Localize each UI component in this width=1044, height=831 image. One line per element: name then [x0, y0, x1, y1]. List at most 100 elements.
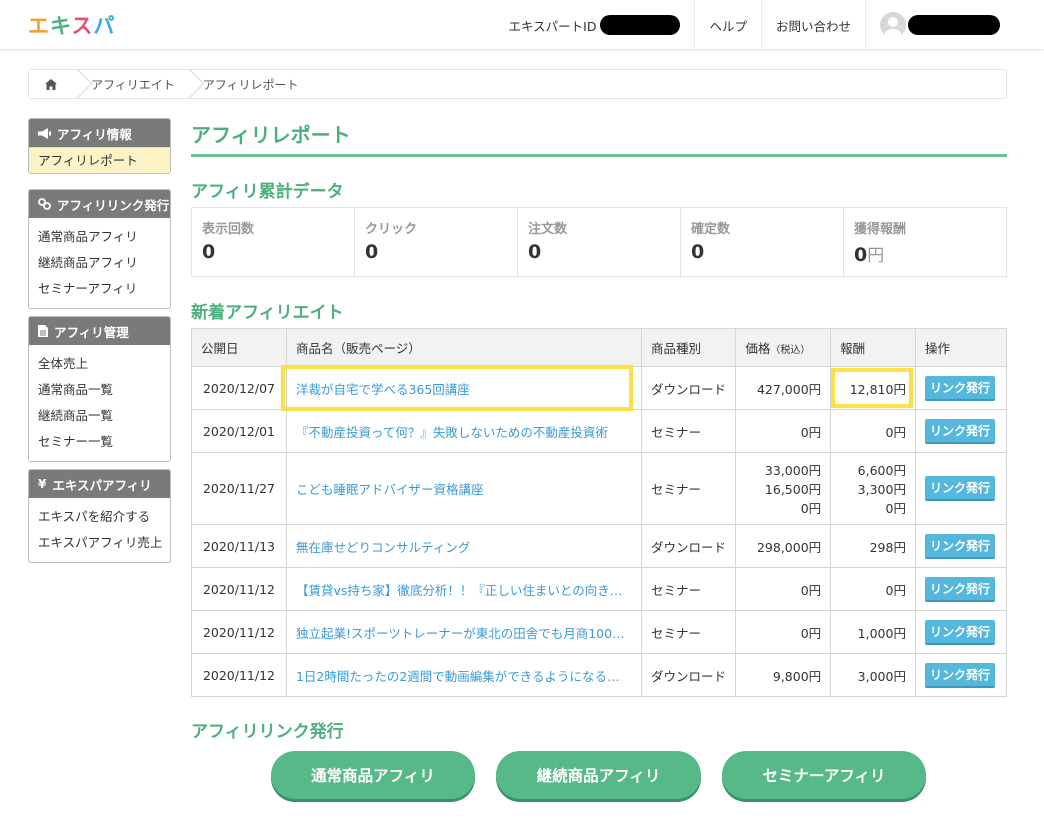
row-date: 2020/11/27 — [191, 452, 287, 525]
row-reward: 0円 — [830, 409, 916, 453]
link-icon — [38, 198, 51, 210]
row-name-cell: 【賃貸vs持ち家】徹底分析！！『正しい住まいとの向き合… — [285, 567, 642, 611]
issue-link-button[interactable]: リンク発行 — [924, 662, 995, 688]
table-row: 2020/11/13 無在庫せどりコンサルティング ダウンロード 298,000円 29… — [191, 524, 1008, 568]
row-date: 2020/11/12 — [191, 567, 287, 611]
sidebar-item-seminar-affiliate[interactable]: セミナーアフィリ — [29, 276, 170, 302]
row-price: 0円 — [735, 567, 832, 611]
sidebar-expa-affiliate: ¥ エキスパアフィリ エキスパを紹介する エキスパアフィリ売上 — [28, 469, 171, 563]
row-price: 0円 — [735, 409, 832, 453]
continuous-affiliate-button[interactable]: 継続商品アフィリ — [496, 751, 701, 799]
redacted-username — [908, 15, 1000, 35]
sidebar-heading: アフィリ管理 — [29, 317, 170, 345]
stat-value: 0 — [365, 241, 379, 263]
normal-affiliate-button[interactable]: 通常商品アフィリ — [271, 751, 475, 799]
expert-id: エキスパートID — [495, 0, 695, 50]
breadcrumb-affiliate[interactable]: アフィリエイト — [85, 76, 185, 93]
stat-value: 0 — [528, 241, 542, 263]
row-type: ダウンロード — [640, 653, 737, 697]
issue-link-button[interactable]: リンク発行 — [924, 533, 995, 559]
avatar-icon — [880, 12, 906, 38]
table-row: 2020/12/07 洋裁が自宅で学べる365回講座 ダウンロード 427,000円 1… — [191, 366, 1008, 410]
breadcrumb: アフィリエイト アフィリレポート — [28, 69, 1007, 99]
row-price-value: 0円 — [800, 424, 822, 440]
sidebar-item-continuous-products[interactable]: 継続商品一覧 — [29, 403, 170, 429]
stat-orders: 注文数 0 — [517, 208, 680, 276]
row-action: リンク発行 — [914, 653, 1008, 697]
sidebar-item-total-sales[interactable]: 全体売上 — [29, 351, 170, 377]
issue-link-button[interactable]: リンク発行 — [924, 619, 995, 645]
product-link[interactable]: 洋裁が自宅で学べる365回講座 — [296, 379, 632, 398]
header-nav: エキスパートID ヘルプ お問い合わせ — [495, 0, 1008, 50]
stat-label: 確定数 — [691, 222, 731, 237]
row-price-value: 427,000円 — [756, 381, 822, 397]
issue-link-button[interactable]: リンク発行 — [924, 476, 995, 501]
contact-link[interactable]: お問い合わせ — [760, 0, 865, 50]
row-type: ダウンロード — [640, 524, 737, 568]
document-icon — [38, 325, 48, 337]
row-reward: 0円 — [830, 567, 916, 611]
row-type: ダウンロード — [640, 366, 737, 410]
stats-panel: 表示回数 0 クリック 0 注文数 0 確定数 0 獲得報酬 0円 — [191, 207, 1007, 277]
col-header-name: 商品名（販売ページ） — [285, 328, 642, 367]
stats-title: アフィリ累計データ — [191, 182, 344, 202]
product-link[interactable]: 『不動産投資って何？』失敗しないための不動産投資術 — [296, 422, 632, 441]
affiliate-table: 公開日 商品名（販売ページ） 商品種別 価格（税込） 報酬 操作 2020/12… — [191, 328, 1008, 697]
product-link[interactable]: 独立起業!スポーツトレーナーが東北の田舎でも月商100万… — [296, 623, 632, 642]
row-price-value: 16,500円 — [764, 482, 822, 497]
sidebar-item-normal-affiliate[interactable]: 通常商品アフィリ — [29, 224, 170, 250]
row-action: リンク発行 — [914, 409, 1008, 453]
sidebar-heading: アフィリ情報 — [29, 119, 170, 147]
sidebar-heading-label: エキスパアフィリ — [52, 477, 152, 493]
product-link[interactable]: 無在庫せどりコンサルティング — [296, 537, 632, 556]
sidebar-item-seminars[interactable]: セミナー一覧 — [29, 429, 170, 455]
row-name-cell: こども睡眠アドバイザー資格講座 — [285, 452, 642, 525]
product-link[interactable]: こども睡眠アドバイザー資格講座 — [296, 479, 632, 498]
breadcrumb-separator — [185, 70, 197, 98]
yen-icon: ¥ — [38, 477, 47, 491]
user-menu[interactable] — [865, 0, 1008, 50]
main-content: アフィリレポート アフィリ累計データ 表示回数 0 クリック 0 注文数 0 確… — [191, 117, 1008, 799]
stat-value: 0 — [691, 241, 705, 263]
table-row: 2020/11/12 1日2時間たったの2週間で動画編集ができるようになる教材 ダウ… — [191, 653, 1008, 697]
stat-value: 0 — [202, 241, 216, 263]
row-type: セミナー — [640, 452, 737, 525]
row-name-cell: 1日2時間たったの2週間で動画編集ができるようになる教材 — [285, 653, 642, 697]
sidebar-heading: アフィリリンク発行 — [29, 190, 170, 218]
stat-reward: 獲得報酬 0円 — [843, 208, 1006, 276]
sidebar-item-affiliate-report[interactable]: アフィリレポート — [29, 147, 170, 173]
sidebar-item-expa-affiliate-sales[interactable]: エキスパアフィリ売上 — [29, 530, 170, 556]
breadcrumb-separator — [73, 70, 85, 98]
seminar-affiliate-button[interactable]: セミナーアフィリ — [722, 751, 926, 799]
stat-clicks: クリック 0 — [354, 208, 517, 276]
row-price: 9,800円 — [735, 653, 832, 697]
row-price: 298,000円 — [735, 524, 832, 568]
sidebar-heading-label: アフィリ情報 — [57, 126, 132, 142]
issue-link-button[interactable]: リンク発行 — [924, 418, 995, 444]
product-link[interactable]: 1日2時間たったの2週間で動画編集ができるようになる教材 — [296, 666, 632, 685]
row-price: 427,000円 — [735, 366, 832, 410]
row-price-value: 9,800円 — [772, 668, 822, 684]
help-link[interactable]: ヘルプ — [694, 0, 761, 50]
row-price: 0円 — [735, 610, 832, 654]
stat-confirmed: 確定数 0 — [680, 208, 843, 276]
sidebar-item-continuous-affiliate[interactable]: 継続商品アフィリ — [29, 250, 170, 276]
row-date: 2020/11/12 — [191, 610, 287, 654]
logo-char: パ — [93, 14, 116, 38]
row-action: リンク発行 — [914, 567, 1008, 611]
issue-link-button[interactable]: リンク発行 — [924, 576, 995, 602]
row-price-value: 33,000円 — [764, 463, 822, 478]
stat-value-number: 0 — [854, 244, 868, 266]
home-icon — [45, 78, 57, 90]
breadcrumb-report: アフィリレポート — [202, 77, 299, 92]
sidebar-item-introduce-expa[interactable]: エキスパを紹介する — [29, 504, 170, 530]
row-name-cell: 『不動産投資って何？』失敗しないための不動産投資術 — [285, 409, 642, 453]
issue-link-button[interactable]: リンク発行 — [924, 375, 995, 401]
stat-value-unit: 円 — [867, 246, 885, 266]
col-header-reward: 報酬 — [830, 328, 916, 367]
sidebar-item-normal-products[interactable]: 通常商品一覧 — [29, 377, 170, 403]
site-logo[interactable]: エキスパ — [28, 10, 115, 40]
product-link[interactable]: 【賃貸vs持ち家】徹底分析！！『正しい住まいとの向き合… — [296, 580, 632, 599]
col-header-price-label: 価格 — [745, 341, 771, 356]
row-action: リンク発行 — [914, 610, 1008, 654]
